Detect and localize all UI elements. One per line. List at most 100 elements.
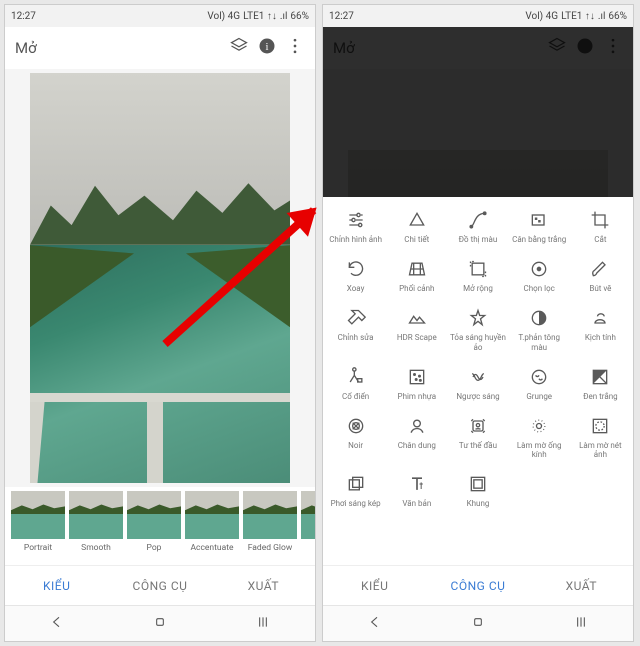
tool-label: Ngược sáng <box>456 392 499 401</box>
tool-label: Tỏa sáng huyền ảo <box>450 333 506 351</box>
filter-thumb[interactable]: Faded Glow <box>243 491 297 553</box>
tool-expand[interactable]: Mở rộng <box>447 254 508 297</box>
more-icon[interactable] <box>285 36 305 60</box>
nav-recents-icon[interactable] <box>573 614 589 634</box>
filter-thumb[interactable]: Smooth <box>69 491 123 553</box>
tool-text[interactable]: Văn bản <box>386 469 447 512</box>
details-icon <box>406 209 428 231</box>
tool-rotate[interactable]: Xoay <box>325 254 386 297</box>
tool-label: Kịch tính <box>585 333 616 342</box>
rotate-icon <box>345 258 367 280</box>
status-battery: 66% <box>608 11 627 22</box>
photo-preview <box>30 73 290 483</box>
crop-icon <box>589 209 611 231</box>
bottom-tabs: KIỂU CÔNG CỤ XUẤT <box>5 565 315 605</box>
vignette-icon <box>589 415 611 437</box>
filter-label: Pop <box>127 539 181 553</box>
tool-label: Khung <box>467 499 490 508</box>
wb-icon <box>528 209 550 231</box>
appbar-title: Mở <box>333 39 539 57</box>
tool-vintage[interactable]: Cổ điển <box>325 362 386 405</box>
tool-label: Đồ thị màu <box>459 235 498 244</box>
tool-label: HDR Scape <box>397 333 437 342</box>
info-icon[interactable]: i <box>257 36 277 60</box>
perspective-icon <box>406 258 428 280</box>
tool-bw[interactable]: Đen trắng <box>570 362 631 405</box>
filter-label: Faded Glow <box>243 539 297 553</box>
tool-details[interactable]: Chi tiết <box>386 205 447 248</box>
filter-thumb[interactable]: Mo <box>301 491 315 553</box>
svg-text:i: i <box>265 41 268 53</box>
nav-back-icon[interactable] <box>367 614 383 634</box>
filter-thumb[interactable]: Portrait <box>11 491 65 553</box>
tool-crop[interactable]: Cắt <box>570 205 631 248</box>
tool-tonal[interactable]: T.phản tông màu <box>509 303 570 355</box>
tool-selective[interactable]: Chọn lọc <box>509 254 570 297</box>
status-lte: LTE1 ↑↓ <box>243 11 277 22</box>
tool-double[interactable]: Phơi sáng kép <box>325 469 386 512</box>
tool-frames[interactable]: Khung <box>447 469 508 512</box>
tab-tools[interactable]: CÔNG CỤ <box>108 566 211 605</box>
tab-export[interactable]: XUẤT <box>530 566 633 605</box>
filter-label: Smooth <box>69 539 123 553</box>
tab-tools[interactable]: CÔNG CỤ <box>426 566 529 605</box>
tab-styles[interactable]: KIỂU <box>323 566 426 605</box>
nav-recents-icon[interactable] <box>255 614 271 634</box>
status-lte: LTE1 ↑↓ <box>561 11 595 22</box>
tool-healing[interactable]: Chỉnh sửa <box>325 303 386 355</box>
tool-wb[interactable]: Cân bằng trắng <box>509 205 570 248</box>
tonal-icon <box>528 307 550 329</box>
tool-noir[interactable]: Noir <box>325 411 386 463</box>
tool-brush[interactable]: Bút vẽ <box>570 254 631 297</box>
tool-retrolux[interactable]: Ngược sáng <box>447 362 508 405</box>
tool-curves[interactable]: Đồ thị màu <box>447 205 508 248</box>
tool-label: Chọn lọc <box>524 284 555 293</box>
filter-strip[interactable]: Portrait Smooth Pop Accentuate Faded Glow Mo <box>5 487 315 565</box>
status-time: 12:27 <box>329 11 354 22</box>
tool-grunge[interactable]: Grunge <box>509 362 570 405</box>
portrait-icon <box>406 415 428 437</box>
tool-label: Văn bản <box>402 499 431 508</box>
status-battery: 66% <box>290 11 309 22</box>
filter-thumb[interactable]: Pop <box>127 491 181 553</box>
canvas-area[interactable] <box>5 69 315 487</box>
tab-export[interactable]: XUẤT <box>212 566 315 605</box>
phone-right: 12:27 Vol) 4G LTE1 ↑↓ .ıl 66% Mở Chỉnh h… <box>322 4 634 642</box>
glamour-icon <box>467 307 489 329</box>
tool-perspective[interactable]: Phối cảnh <box>386 254 447 297</box>
nav-home-icon[interactable] <box>152 614 168 634</box>
vintage-icon <box>345 366 367 388</box>
status-bar: 12:27 Vol) 4G LTE1 ↑↓ .ıl 66% <box>323 5 633 27</box>
nav-home-icon[interactable] <box>470 614 486 634</box>
tool-grainy[interactable]: Phim nhựa <box>386 362 447 405</box>
bw-icon <box>589 366 611 388</box>
brush-icon <box>589 258 611 280</box>
nav-back-icon[interactable] <box>49 614 65 634</box>
filter-thumb[interactable]: Accentuate <box>185 491 239 553</box>
tool-glamour[interactable]: Tỏa sáng huyền ảo <box>447 303 508 355</box>
tool-label: Cắt <box>594 235 606 244</box>
tool-label: Phim nhựa <box>398 392 437 401</box>
tools-sheet: Chỉnh hình ảnhChi tiết Đồ thị màu Cân bằng… <box>323 197 633 565</box>
tool-drama[interactable]: Kịch tính <box>570 303 631 355</box>
tool-label: Đen trắng <box>583 392 617 401</box>
tool-label: Mở rộng <box>463 284 493 293</box>
tab-styles[interactable]: KIỂU <box>5 566 108 605</box>
phone-left: 12:27 Vol) 4G LTE1 ↑↓ .ıl 66% Mở i Portr… <box>4 4 316 642</box>
tool-headpose[interactable]: Tư thế đầu <box>447 411 508 463</box>
tool-label: Tư thế đầu <box>459 441 497 450</box>
tool-portrait[interactable]: Chân dung <box>386 411 447 463</box>
filter-label: Mo <box>301 539 315 553</box>
more-icon <box>603 36 623 60</box>
retrolux-icon <box>467 366 489 388</box>
tool-label: Cân bằng trắng <box>512 235 566 244</box>
tool-tune[interactable]: Chỉnh hình ảnh <box>325 205 386 248</box>
tool-label: Phơi sáng kép <box>331 499 381 508</box>
appbar-title[interactable]: Mở <box>15 39 221 57</box>
tool-lensblur[interactable]: Làm mờ ống kính <box>509 411 570 463</box>
tool-hdr[interactable]: HDR Scape <box>386 303 447 355</box>
status-network: Vol) 4G <box>525 11 558 22</box>
tool-label: T.phản tông màu <box>511 333 567 351</box>
layers-icon[interactable] <box>229 36 249 60</box>
tool-vignette[interactable]: Làm mờ nét ảnh <box>570 411 631 463</box>
